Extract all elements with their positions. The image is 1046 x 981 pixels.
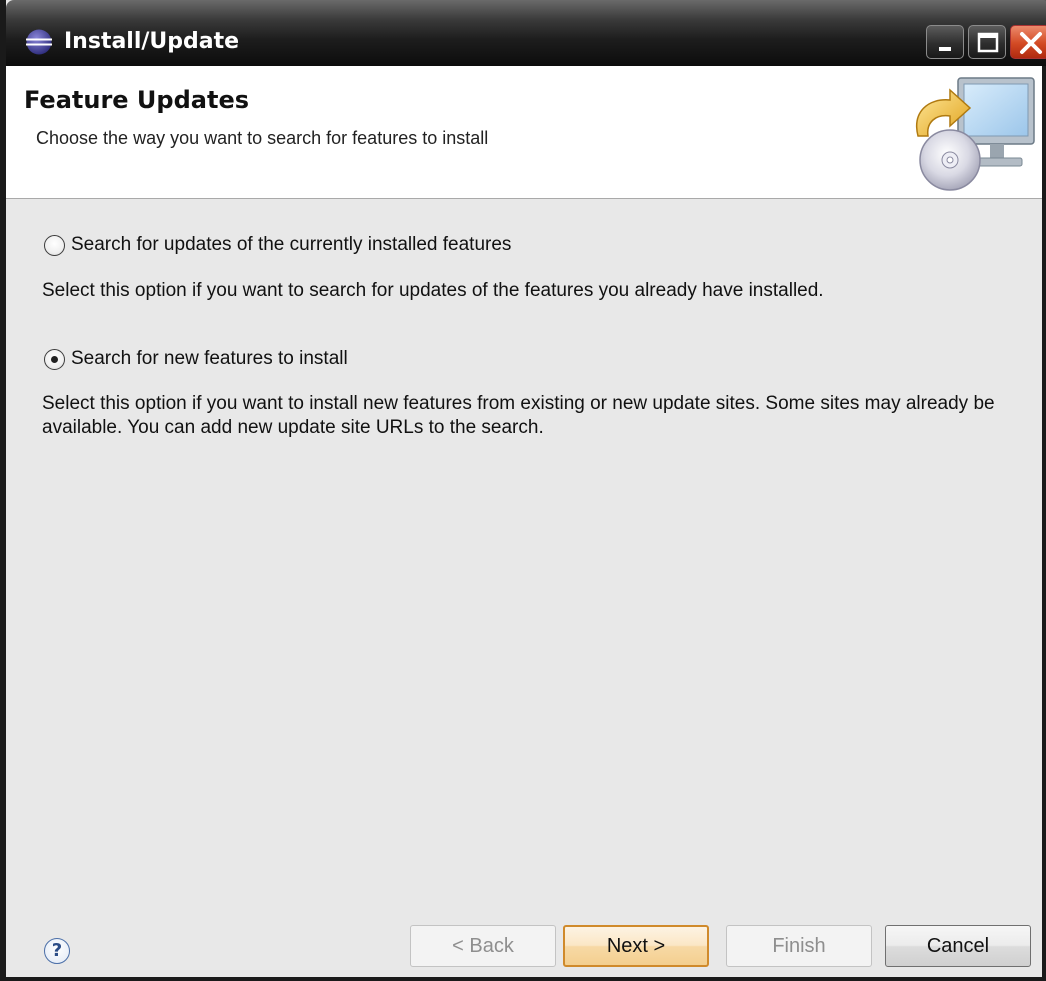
maximize-icon xyxy=(977,32,999,53)
back-button[interactable]: < Back xyxy=(410,925,556,967)
install-update-dialog: Install/Update Feature Updates Choose th… xyxy=(0,0,1046,981)
minimize-icon xyxy=(939,47,951,51)
help-icon[interactable]: ? xyxy=(44,938,70,964)
cancel-button[interactable]: Cancel xyxy=(885,925,1031,967)
option-search-updates-description: Select this option if you want to search… xyxy=(42,280,824,301)
window-title: Install/Update xyxy=(64,29,240,54)
wizard-header: Feature Updates Choose the way you want … xyxy=(6,66,1042,199)
maximize-button[interactable] xyxy=(968,25,1006,59)
option-search-new-features[interactable]: Search for new features to install xyxy=(44,348,348,370)
minimize-button[interactable] xyxy=(926,25,964,59)
option-search-updates-label: Search for updates of the currently inst… xyxy=(71,234,512,255)
option-search-new-features-description: Select this option if you want to instal… xyxy=(42,393,995,438)
close-button[interactable] xyxy=(1010,25,1046,59)
radio-search-updates[interactable] xyxy=(44,234,65,256)
page-description: Choose the way you want to search for fe… xyxy=(36,128,489,148)
next-button[interactable]: Next > xyxy=(563,925,709,967)
close-icon xyxy=(1020,32,1042,54)
option-search-updates[interactable]: Search for updates of the currently inst… xyxy=(44,234,511,256)
radio-search-new-features[interactable] xyxy=(44,348,65,370)
finish-button[interactable]: Finish xyxy=(726,925,872,967)
page-title: Feature Updates xyxy=(24,86,249,114)
eclipse-icon xyxy=(26,29,52,55)
option-search-new-features-label: Search for new features to install xyxy=(71,348,348,369)
title-bar[interactable]: Install/Update xyxy=(6,0,1046,66)
install-update-computer-cd-icon xyxy=(916,77,1035,191)
